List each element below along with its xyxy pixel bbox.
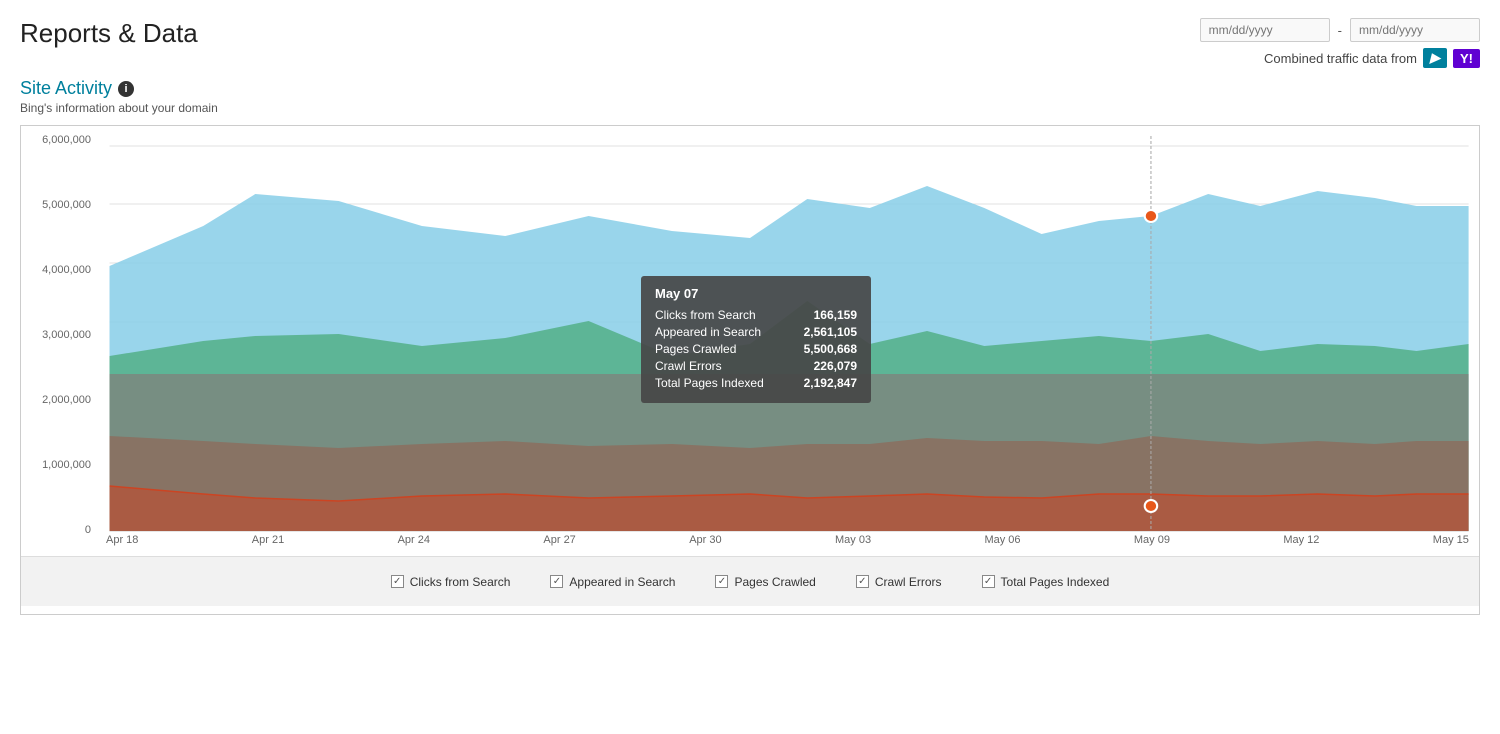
x-label-may06: May 06 — [984, 534, 1020, 546]
site-activity-header: Site Activity i Bing's information about… — [20, 78, 1480, 115]
date-from-input[interactable] — [1200, 18, 1330, 42]
x-label-may03: May 03 — [835, 534, 871, 546]
legend-item-indexed[interactable]: ✓ Total Pages Indexed — [982, 575, 1110, 589]
combined-traffic: Combined traffic data from ▶ Y! — [1264, 48, 1480, 68]
site-activity-title: Site Activity i — [20, 78, 1480, 99]
chart-container: 6,000,000 5,000,000 4,000,000 3,000,000 … — [20, 125, 1480, 615]
legend-label-pages: Pages Crawled — [734, 575, 815, 589]
x-label-apr18: Apr 18 — [106, 534, 138, 546]
legend-item-errors[interactable]: ✓ Crawl Errors — [856, 575, 942, 589]
legend-label-errors: Crawl Errors — [875, 575, 942, 589]
site-activity-subtitle: Bing's information about your domain — [20, 101, 1480, 115]
date-range-row: - — [1200, 18, 1480, 42]
x-label-apr21: Apr 21 — [252, 534, 284, 546]
legend-item-pages[interactable]: ✓ Pages Crawled — [715, 575, 815, 589]
x-label-may15: May 15 — [1433, 534, 1469, 546]
chart-area: 6,000,000 5,000,000 4,000,000 3,000,000 … — [21, 126, 1479, 556]
date-to-input[interactable] — [1350, 18, 1480, 42]
legend-bar: ✓ Clicks from Search ✓ Appeared in Searc… — [21, 556, 1479, 606]
legend-checkbox-appeared[interactable]: ✓ — [550, 575, 563, 588]
legend-label-appeared: Appeared in Search — [569, 575, 675, 589]
legend-checkbox-pages[interactable]: ✓ — [715, 575, 728, 588]
info-icon[interactable]: i — [118, 81, 134, 97]
x-axis-labels: Apr 18 Apr 21 Apr 24 Apr 27 Apr 30 May 0… — [106, 524, 1469, 556]
x-label-may09: May 09 — [1134, 534, 1170, 546]
header-row: Reports & Data - Combined traffic data f… — [20, 18, 1480, 68]
x-label-apr27: Apr 27 — [543, 534, 575, 546]
x-label-apr24: Apr 24 — [398, 534, 430, 546]
legend-checkbox-clicks[interactable]: ✓ — [391, 575, 404, 588]
x-label-may12: May 12 — [1283, 534, 1319, 546]
x-label-apr30: Apr 30 — [689, 534, 721, 546]
date-separator: - — [1338, 23, 1342, 38]
legend-checkbox-indexed[interactable]: ✓ — [982, 575, 995, 588]
bing-logo: ▶ — [1423, 48, 1447, 68]
page-container: Reports & Data - Combined traffic data f… — [0, 0, 1500, 734]
page-title: Reports & Data — [20, 18, 198, 49]
legend-item-clicks[interactable]: ✓ Clicks from Search — [391, 575, 511, 589]
yahoo-logo: Y! — [1453, 49, 1480, 68]
legend-item-appeared[interactable]: ✓ Appeared in Search — [550, 575, 675, 589]
legend-label-indexed: Total Pages Indexed — [1001, 575, 1110, 589]
legend-checkbox-errors[interactable]: ✓ — [856, 575, 869, 588]
main-chart — [21, 126, 1479, 556]
legend-label-clicks: Clicks from Search — [410, 575, 511, 589]
